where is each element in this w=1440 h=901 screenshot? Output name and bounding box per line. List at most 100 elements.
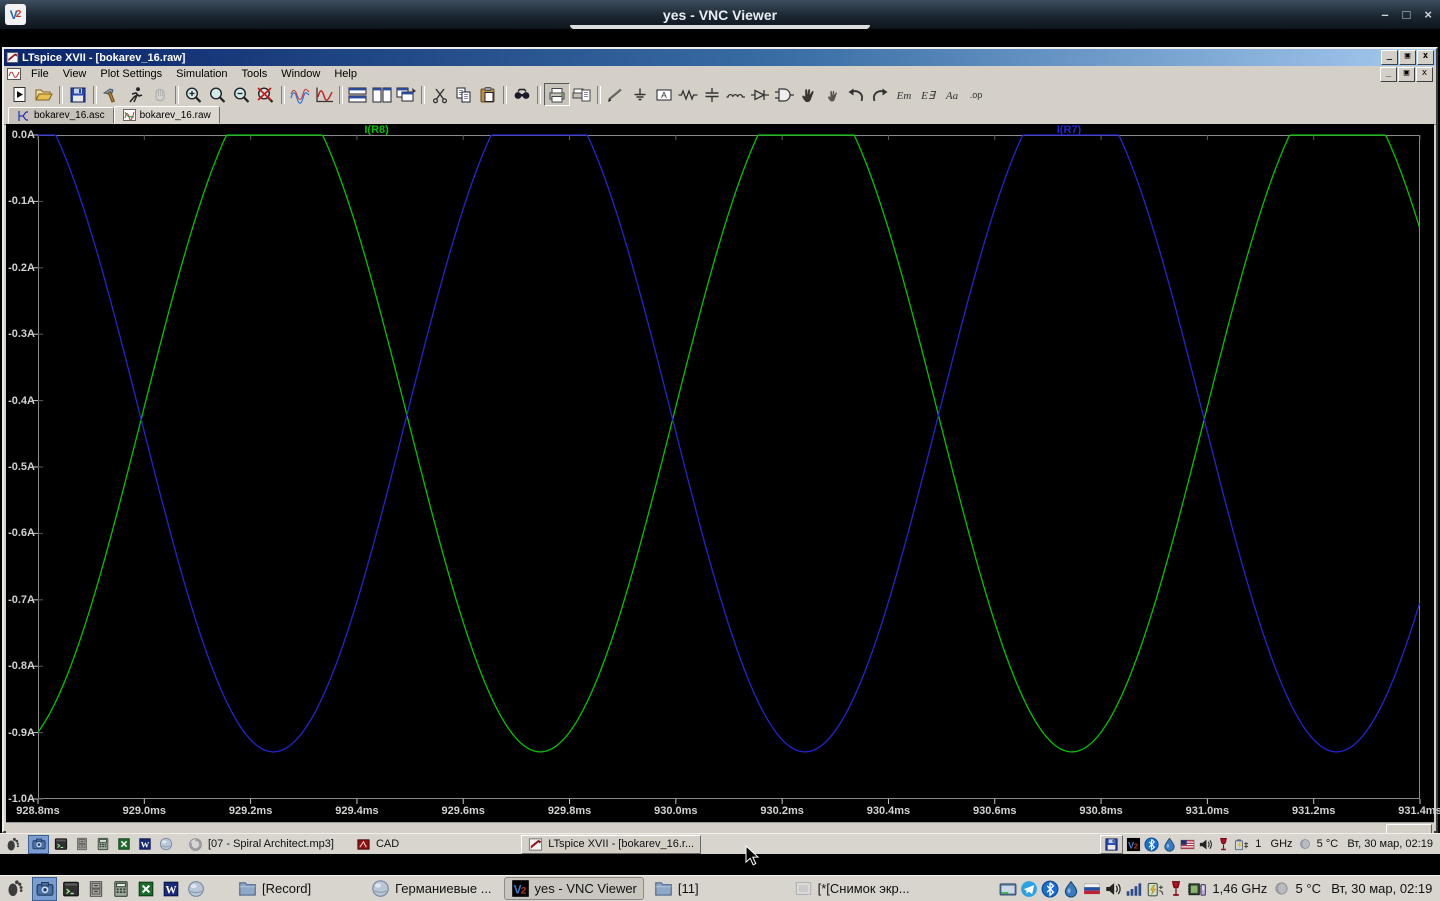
- chip-battery-tray-icon[interactable]: [1187, 880, 1206, 898]
- undo-button[interactable]: [844, 84, 868, 105]
- taskbar-button[interactable]: V 2 yes - VNC Viewer: [503, 877, 644, 900]
- flag-us-tray-icon[interactable]: [1180, 837, 1195, 852]
- tab-bokarev_16.raw[interactable]: bokarev_16.raw: [113, 106, 220, 124]
- gnome-foot-icon[interactable]: [4, 836, 21, 853]
- ltspice-minimize-button[interactable]: _: [1381, 50, 1398, 65]
- excel-launcher-icon[interactable]: [114, 836, 133, 853]
- paste-button[interactable]: [476, 84, 500, 105]
- move-button[interactable]: [796, 84, 820, 105]
- tile-vertical-button[interactable]: [370, 84, 394, 105]
- open-file-button[interactable]: [32, 84, 56, 105]
- trace-I(R7)[interactable]: [38, 134, 1421, 753]
- bluetooth-tray-icon[interactable]: [1041, 880, 1059, 898]
- taskbar-item[interactable]: Германиевые ...: [371, 879, 492, 898]
- telegram-tray-icon[interactable]: [1020, 880, 1038, 898]
- ltspice-close-button[interactable]: x: [1417, 50, 1434, 65]
- speaker-tray-icon[interactable]: [1198, 837, 1213, 852]
- zoom-out-button[interactable]: [230, 84, 254, 105]
- drag-button[interactable]: [820, 84, 844, 105]
- menu-tools[interactable]: Tools: [235, 67, 275, 81]
- spice-directive-button[interactable]: .op: [964, 84, 988, 105]
- autorange-button[interactable]: [288, 84, 312, 105]
- inductor-button[interactable]: [724, 84, 748, 105]
- menu-window[interactable]: Window: [274, 67, 327, 81]
- taskbar-item[interactable]: [07 - Spiral Architect.mp3]: [188, 837, 334, 852]
- menu-help[interactable]: Help: [327, 67, 364, 81]
- file-cabinet-launcher-icon[interactable]: [72, 836, 91, 853]
- menu-view[interactable]: View: [56, 67, 94, 81]
- menu-file[interactable]: File: [24, 67, 56, 81]
- mirror-button[interactable]: Em: [892, 84, 916, 105]
- component-button[interactable]: [772, 84, 796, 105]
- control-panel-button[interactable]: [100, 84, 124, 105]
- taskbar-button[interactable]: LTspice XVII - [bokarev_16.r...: [521, 834, 702, 854]
- cut-button[interactable]: [428, 84, 452, 105]
- taskbar-item[interactable]: [*[Снимок экр...: [794, 879, 910, 898]
- rotate-button[interactable]: E∃: [916, 84, 940, 105]
- wine-tray-icon[interactable]: [1216, 837, 1231, 852]
- tab-bokarev_16.asc[interactable]: bokarev_16.asc: [8, 107, 114, 124]
- mdi-close-button[interactable]: x: [1416, 66, 1433, 82]
- word-launcher-icon[interactable]: W: [159, 878, 182, 900]
- mdi-restore-button[interactable]: ▣: [1398, 66, 1415, 82]
- capacitor-button[interactable]: [700, 84, 724, 105]
- menu-simulation[interactable]: Simulation: [169, 67, 234, 81]
- save-button[interactable]: [66, 84, 90, 105]
- filemanager-tray-icon[interactable]: [999, 880, 1017, 898]
- gnome-foot-icon[interactable]: [4, 878, 25, 899]
- run-button[interactable]: [124, 84, 148, 105]
- word-launcher-icon[interactable]: W: [135, 836, 154, 853]
- wire-button[interactable]: [604, 84, 628, 105]
- calculator-launcher-icon[interactable]: [93, 836, 112, 853]
- screenshot-launcher-icon[interactable]: [32, 876, 57, 901]
- speaker-tray-icon[interactable]: [1104, 880, 1122, 898]
- terminal-launcher-icon[interactable]: [59, 878, 82, 900]
- copy-button[interactable]: [452, 84, 476, 105]
- mdi-minimize-button[interactable]: _: [1380, 66, 1397, 82]
- flag-ru-tray-icon[interactable]: [1083, 880, 1101, 898]
- zoom-in-button[interactable]: [182, 84, 206, 105]
- battery-plug-tray-icon[interactable]: [1234, 837, 1249, 852]
- wine-tray-icon[interactable]: [1167, 880, 1185, 898]
- trace-I(R8)[interactable]: [37, 134, 1421, 753]
- clock[interactable]: Вт, 30 мар, 02:19: [1347, 838, 1436, 850]
- calculator-launcher-icon[interactable]: [109, 878, 132, 900]
- vnc-minimize-button[interactable]: –: [1381, 0, 1388, 29]
- cascade-windows-button[interactable]: [394, 84, 418, 105]
- waveform-plot[interactable]: [32, 134, 1421, 804]
- resistor-button[interactable]: [676, 84, 700, 105]
- vnc-tray-icon[interactable]: V2: [1126, 837, 1141, 852]
- taskbar-item[interactable]: [Record]: [238, 879, 311, 898]
- clock[interactable]: Вт, 30 мар, 02:19: [1331, 881, 1436, 896]
- ltspice-titlebar[interactable]: LTspice XVII - [bokarev_16.raw] _ ▣ x: [4, 49, 1436, 66]
- waterdrop-tray-icon[interactable]: [1062, 880, 1080, 898]
- print-preview-button[interactable]: [570, 84, 594, 105]
- zoom-full-button[interactable]: [254, 84, 278, 105]
- zoom-region-button[interactable]: [206, 84, 230, 105]
- menu-plot-settings[interactable]: Plot Settings: [93, 67, 169, 81]
- diode-button[interactable]: [748, 84, 772, 105]
- globe-launcher-icon[interactable]: [156, 836, 175, 853]
- vnc-toolbar-peek[interactable]: [570, 25, 870, 29]
- globe-launcher-icon[interactable]: [184, 878, 207, 900]
- waterdrop-tray-icon[interactable]: [1162, 837, 1177, 852]
- vnc-close-button[interactable]: ×: [1424, 0, 1432, 29]
- ground-button[interactable]: [628, 84, 652, 105]
- new-schematic-button[interactable]: [8, 84, 32, 105]
- ltspice-restore-button[interactable]: ▣: [1399, 50, 1416, 65]
- battery-charge-tray-icon[interactable]: [1146, 880, 1164, 898]
- find-button[interactable]: [510, 84, 534, 105]
- file-cabinet-launcher-icon[interactable]: [84, 878, 107, 900]
- net-label-button[interactable]: A: [652, 84, 676, 105]
- redo-button[interactable]: [868, 84, 892, 105]
- plot-settings-button[interactable]: [312, 84, 336, 105]
- floppy-tray-icon[interactable]: [1100, 834, 1124, 854]
- print-button[interactable]: [544, 83, 570, 106]
- bluetooth-tray-icon[interactable]: [1144, 836, 1159, 852]
- terminal-launcher-icon[interactable]: [51, 836, 70, 853]
- taskbar-item[interactable]: [11]: [654, 879, 699, 898]
- signal-bars-tray-icon[interactable]: [1125, 880, 1143, 898]
- halt-button[interactable]: [148, 84, 172, 105]
- screenshot-launcher-icon[interactable]: [28, 834, 49, 854]
- vnc-maximize-button[interactable]: □: [1403, 0, 1411, 29]
